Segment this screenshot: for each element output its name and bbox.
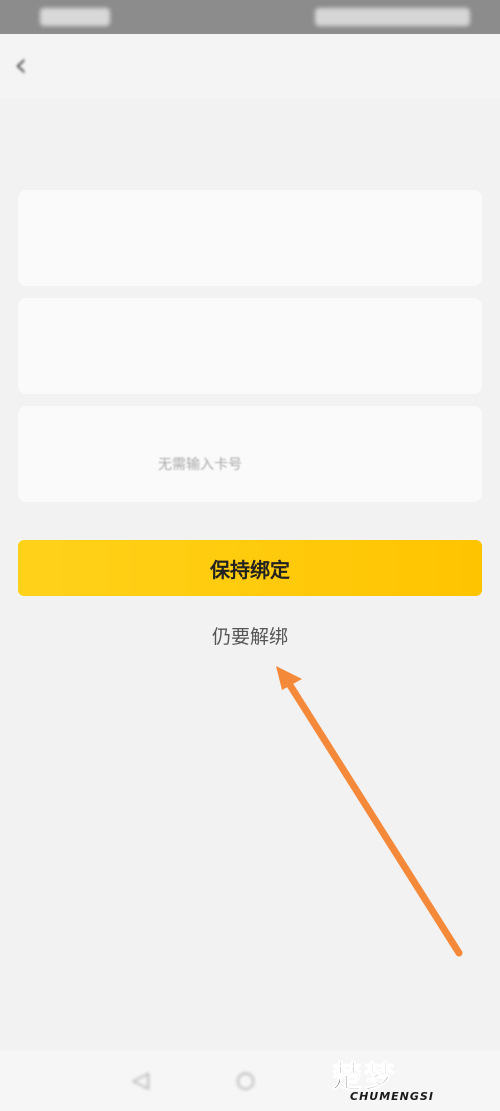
option-card-subtitle: 无需输入卡号 xyxy=(158,457,242,473)
option-card-3[interactable]: 无需输入卡号 xyxy=(18,406,482,502)
watermark-subtext: CHUMENGSI xyxy=(350,1090,434,1103)
option-card-2[interactable] xyxy=(18,298,482,394)
option-card-1[interactable] xyxy=(18,190,482,286)
status-bar-left-info xyxy=(40,8,110,26)
unbind-link[interactable]: 仍要解绑 xyxy=(0,622,500,649)
status-bar-right-icons xyxy=(315,8,470,26)
chevron-left-icon[interactable]: ‹ xyxy=(14,48,28,82)
status-bar xyxy=(0,0,500,34)
watermark-logo: 楚梦 CHUMENGSI xyxy=(332,1052,492,1106)
nav-back-icon[interactable]: ◁ xyxy=(132,1068,149,1093)
header-bar: ‹ xyxy=(0,34,500,98)
nav-home-icon[interactable]: ○ xyxy=(236,1068,255,1093)
keep-binding-button[interactable]: 保持绑定 xyxy=(18,540,482,596)
